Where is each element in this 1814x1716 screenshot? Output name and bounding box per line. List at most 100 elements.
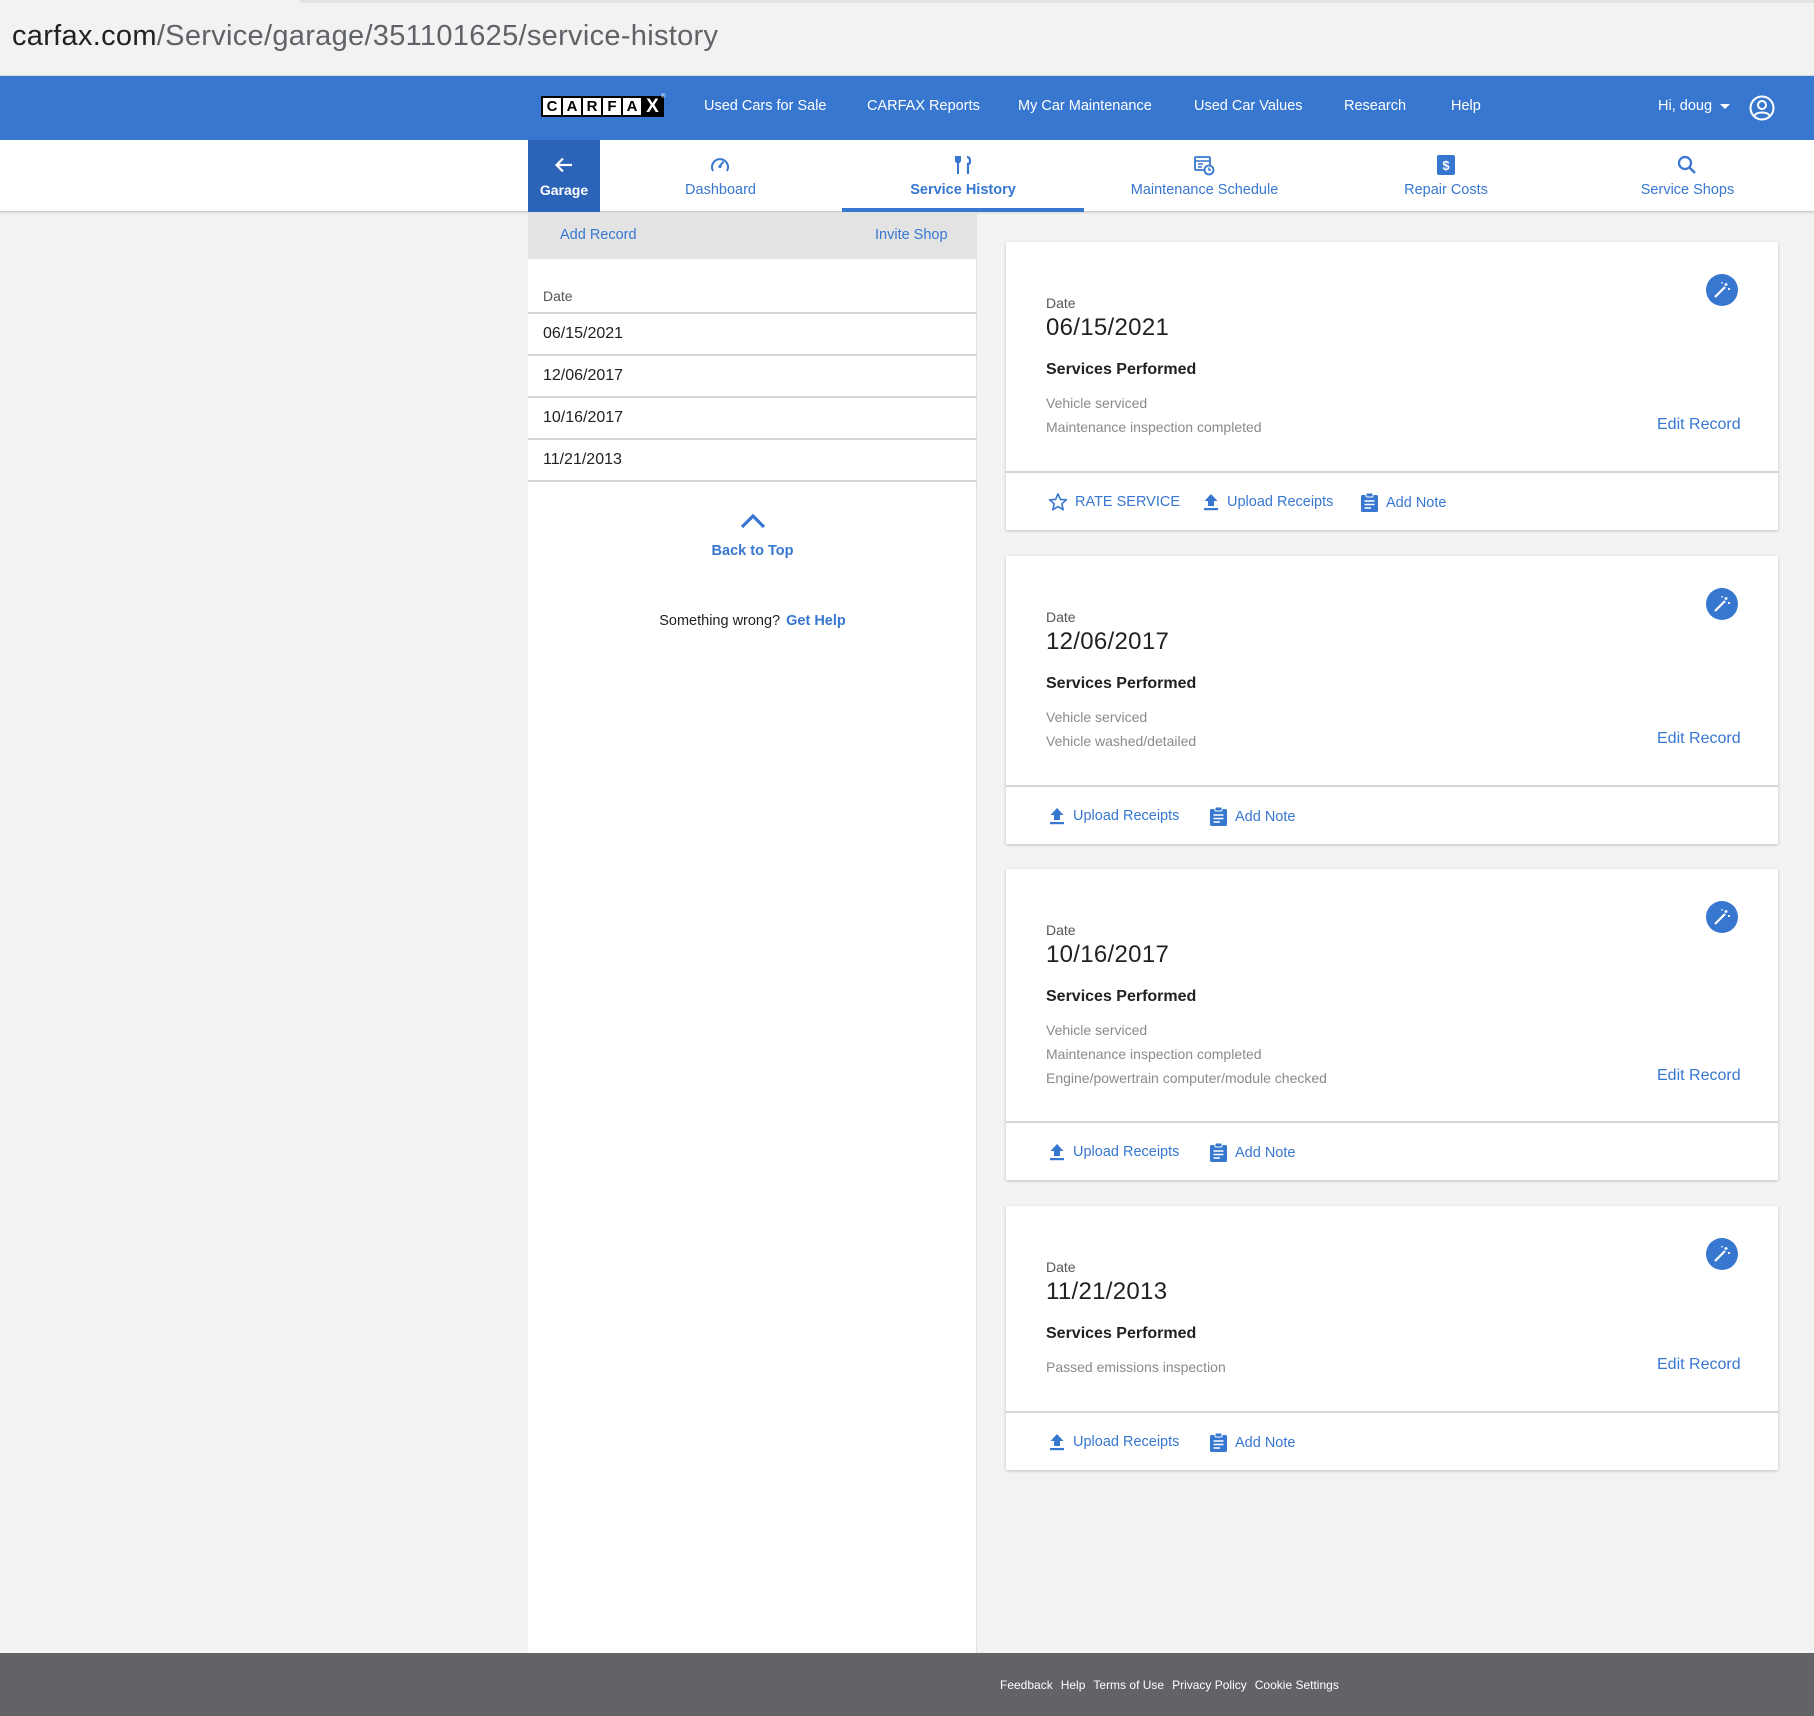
services-performed-title: Services Performed <box>1046 675 1197 692</box>
footer-link-privacy[interactable]: Privacy Policy <box>1172 1678 1247 1692</box>
card-divider <box>1006 785 1778 787</box>
record-date-label: Date <box>1046 609 1076 625</box>
nav-used-car-values[interactable]: Used Car Values <box>1194 98 1303 114</box>
arrow-left-icon <box>554 157 572 173</box>
add-record-link[interactable]: Add Record <box>560 227 637 243</box>
card-divider <box>1006 1411 1778 1413</box>
url-text[interactable]: carfax.com/Service/garage/351101625/serv… <box>12 20 718 53</box>
rate-service-button[interactable]: RATE SERVICE <box>1048 492 1180 512</box>
upload-receipts-button[interactable]: Upload Receipts <box>1048 1432 1179 1452</box>
record-date: 10/16/2017 <box>1046 941 1170 968</box>
record-date-label: Date <box>1046 295 1076 311</box>
back-to-top-label: Back to Top <box>711 543 794 559</box>
footer-link-cookie-settings[interactable]: Cookie Settings <box>1255 1678 1339 1692</box>
service-item: Passed emissions inspection <box>1046 1359 1226 1375</box>
top-navigation: C A R F A X ® Used Cars for Sale CARFAX … <box>0 76 1814 140</box>
service-item: Engine/powertrain computer/module checke… <box>1046 1070 1327 1086</box>
chevron-up-icon <box>740 513 765 529</box>
sidebar-date-row[interactable]: 12/06/2017 <box>528 356 977 398</box>
edit-record-button[interactable] <box>1706 588 1738 620</box>
logo-letter: F <box>603 98 621 115</box>
rate-service-label: RATE SERVICE <box>1075 494 1181 510</box>
service-item: Maintenance inspection completed <box>1046 1046 1262 1062</box>
tab-service-history[interactable]: Service History <box>842 140 1084 212</box>
edit-record-button[interactable] <box>1706 901 1738 933</box>
speedometer-icon <box>711 158 729 172</box>
add-note-button[interactable]: Add Note <box>1209 806 1295 827</box>
add-note-button[interactable]: Add Note <box>1209 1142 1295 1163</box>
tools-icon <box>955 155 972 174</box>
upload-receipts-label: Upload Receipts <box>1227 494 1334 510</box>
user-circle-icon[interactable] <box>1749 95 1775 121</box>
user-menu[interactable]: Hi, doug <box>1658 98 1731 114</box>
service-item: Vehicle washed/detailed <box>1046 733 1197 749</box>
chevron-down-icon <box>1720 103 1731 109</box>
user-greeting: Hi, doug <box>1658 98 1713 114</box>
active-tab-indicator <box>842 208 1084 212</box>
tab-service-shops[interactable]: Service Shops <box>1567 140 1808 212</box>
edit-record-link[interactable]: Edit Record <box>1657 730 1741 748</box>
carfax-logo[interactable]: C A R F A X <box>541 96 664 117</box>
help-prompt: Something wrong? Get Help <box>528 613 977 629</box>
add-note-button[interactable]: Add Note <box>1209 1432 1295 1453</box>
url-bar-top-line <box>300 0 1814 3</box>
upload-receipts-button[interactable]: Upload Receipts <box>1048 806 1179 826</box>
logo-letter-x: X <box>643 97 662 116</box>
nav-my-car-maintenance[interactable]: My Car Maintenance <box>1018 98 1152 114</box>
get-help-link[interactable]: Get Help <box>786 613 846 629</box>
record-date-label: Date <box>1046 1259 1076 1275</box>
garage-back-button[interactable]: Garage <box>528 140 600 212</box>
browser-url-bar[interactable]: carfax.com/Service/garage/351101625/serv… <box>0 0 1814 76</box>
sidebar-toolbar: Add Record Invite Shop <box>528 213 977 259</box>
upload-receipts-button[interactable]: Upload Receipts <box>1202 492 1333 512</box>
nav-help[interactable]: Help <box>1451 98 1481 114</box>
add-note-label: Add Note <box>1235 808 1296 825</box>
date-column-header: Date <box>543 288 573 304</box>
edit-record-button[interactable] <box>1706 1238 1738 1270</box>
dollar-icon: $ <box>1437 155 1455 175</box>
service-record-card: Date 10/16/2017 Services Performed Vehic… <box>1006 869 1778 1180</box>
tab-label: Repair Costs <box>1404 182 1488 198</box>
nav-research[interactable]: Research <box>1344 98 1406 114</box>
logo-registered-mark: ® <box>661 94 666 100</box>
svg-text:$: $ <box>1442 158 1450 173</box>
card-divider <box>1006 471 1778 473</box>
page-footer: Feedback Help Terms of Use Privacy Policy Co… <box>0 1653 1814 1716</box>
upload-receipts-label: Upload Receipts <box>1073 808 1180 824</box>
add-note-label: Add Note <box>1235 1434 1296 1451</box>
sidebar-date-row[interactable]: 06/15/2021 <box>528 314 977 356</box>
nav-carfax-reports[interactable]: CARFAX Reports <box>867 98 980 114</box>
edit-record-link[interactable]: Edit Record <box>1657 416 1741 434</box>
magic-wand-icon <box>1714 909 1730 925</box>
url-path: /Service/garage/351101625/service-histor… <box>156 20 719 52</box>
sidebar-date: 11/21/2013 <box>543 451 622 468</box>
edit-record-button[interactable] <box>1706 274 1738 306</box>
add-note-label: Add Note <box>1386 494 1447 511</box>
url-host: carfax.com <box>12 20 157 52</box>
upload-icon <box>1204 494 1218 511</box>
service-item: Vehicle serviced <box>1046 1022 1148 1038</box>
tab-repair-costs[interactable]: $ Repair Costs <box>1325 140 1567 212</box>
magic-wand-icon <box>1714 1246 1730 1262</box>
tab-maintenance-schedule[interactable]: Maintenance Schedule <box>1084 140 1325 212</box>
sidebar-date-row[interactable]: 11/21/2013 <box>528 440 977 482</box>
sidebar-date: 06/15/2021 <box>543 325 624 342</box>
service-item: Vehicle serviced <box>1046 709 1148 725</box>
footer-link-terms[interactable]: Terms of Use <box>1093 1678 1164 1692</box>
tab-dashboard[interactable]: Dashboard <box>600 140 841 212</box>
upload-receipts-button[interactable]: Upload Receipts <box>1048 1142 1179 1162</box>
sidebar-date-row[interactable]: 10/16/2017 <box>528 398 977 440</box>
help-prompt-text: Something wrong? <box>659 613 781 629</box>
add-note-button[interactable]: Add Note <box>1360 492 1446 513</box>
logo-letter: A <box>563 98 581 115</box>
footer-link-feedback[interactable]: Feedback <box>1000 1678 1053 1692</box>
nav-used-cars[interactable]: Used Cars for Sale <box>704 98 827 114</box>
edit-record-link[interactable]: Edit Record <box>1657 1356 1741 1374</box>
invite-shop-link[interactable]: Invite Shop <box>875 227 948 243</box>
footer-link-help[interactable]: Help <box>1061 1678 1086 1692</box>
clipboard-icon <box>1210 1432 1227 1452</box>
sidebar-date: 12/06/2017 <box>543 367 624 384</box>
star-icon <box>1048 493 1068 511</box>
back-to-top-button[interactable]: Back to Top <box>528 511 977 559</box>
edit-record-link[interactable]: Edit Record <box>1657 1067 1741 1085</box>
